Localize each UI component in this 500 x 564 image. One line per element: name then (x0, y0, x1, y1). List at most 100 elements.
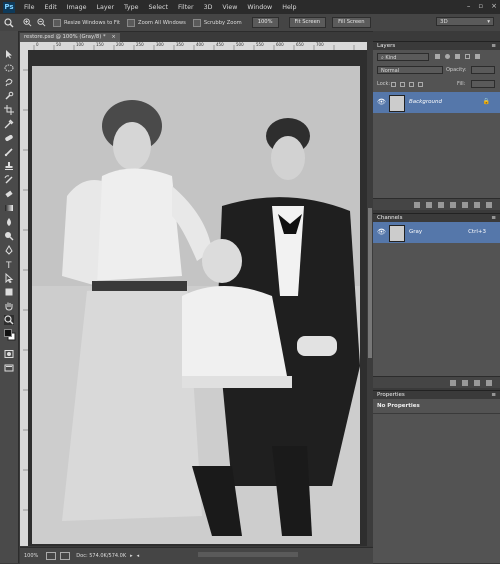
menu-help[interactable]: Help (282, 4, 296, 11)
properties-panel-header[interactable]: Properties ≡ (373, 390, 500, 399)
screen-mode-icon[interactable] (4, 363, 14, 373)
blur-tool-icon[interactable] (4, 217, 14, 227)
ruler-tick-label: 100 (76, 42, 84, 47)
healing-brush-tool-icon[interactable] (4, 133, 14, 143)
view-icon[interactable] (60, 552, 71, 560)
menu-3d[interactable]: 3D (204, 4, 213, 11)
close-tab-icon[interactable]: × (111, 34, 115, 40)
adjustment-filter-icon[interactable] (445, 54, 450, 59)
lock-pixels-icon[interactable] (400, 82, 405, 87)
ruler-tick-label: 500 (236, 42, 244, 47)
pen-tool-icon[interactable] (4, 245, 14, 255)
shape-filter-icon[interactable] (465, 54, 470, 59)
status-menu-arrow-icon[interactable]: ▸ (130, 553, 133, 559)
eraser-tool-icon[interactable] (4, 189, 14, 199)
opacity-field[interactable] (471, 66, 495, 74)
shape-tool-icon[interactable] (4, 287, 14, 297)
menu-image[interactable]: Image (67, 4, 87, 11)
scrubby-zoom-checkbox[interactable] (192, 18, 201, 27)
properties-panel: No Properties (373, 399, 500, 563)
menu-layer[interactable]: Layer (96, 4, 114, 11)
document-tab[interactable]: restore.psd @ 100% (Gray/8) * × (20, 33, 120, 42)
workspace-select[interactable]: 3D ▾ (436, 17, 494, 26)
color-swatches-icon[interactable] (4, 329, 16, 341)
link-layers-icon[interactable] (414, 201, 420, 208)
channel-name: Gray (409, 229, 423, 235)
fit-screen-button[interactable]: Fit Screen (288, 17, 327, 28)
load-selection-icon[interactable] (450, 379, 456, 386)
menu-select[interactable]: Select (149, 4, 168, 11)
menu-file[interactable]: File (24, 4, 35, 11)
add-mask-icon[interactable] (438, 201, 444, 208)
document-photo[interactable] (32, 66, 360, 544)
new-layer-icon[interactable] (474, 201, 480, 208)
zoom-100-button[interactable]: 100% (251, 17, 279, 28)
path-selection-tool-icon[interactable] (4, 272, 14, 284)
zoom-tool-icon[interactable] (4, 17, 14, 28)
fill-label: Fill: (457, 81, 466, 87)
hand-tool-icon[interactable] (4, 301, 14, 311)
brush-tool-icon[interactable] (4, 147, 14, 157)
move-tool-icon[interactable] (4, 49, 14, 59)
channels-panel: 👁 Gray Ctrl+3 (373, 222, 500, 376)
quick-mask-icon[interactable] (4, 349, 14, 359)
horizontal-scrollbar-thumb[interactable] (198, 552, 298, 557)
layer-kind-filter[interactable]: ⌕ Kind (377, 53, 429, 61)
type-tool-icon[interactable]: T (4, 259, 14, 271)
zoom-all-checkbox[interactable] (127, 18, 136, 27)
type-filter-icon[interactable] (455, 54, 460, 59)
channel-row-gray[interactable]: 👁 Gray Ctrl+3 (373, 222, 500, 243)
menu-view[interactable]: View (222, 4, 237, 11)
eye-icon[interactable]: 👁 (377, 98, 386, 106)
save-selection-icon[interactable] (462, 379, 468, 386)
zoom-level[interactable]: 100% (24, 553, 38, 559)
eye-icon[interactable]: 👁 (377, 228, 386, 236)
adjustment-layer-icon[interactable] (450, 201, 456, 208)
pixel-filter-icon[interactable] (435, 54, 440, 59)
scroll-left-icon[interactable]: ◂ (137, 553, 140, 559)
crop-tool-icon[interactable] (4, 105, 14, 115)
lock-all-icon[interactable] (418, 82, 423, 87)
new-channel-icon[interactable] (474, 379, 480, 386)
eyedropper-tool-icon[interactable] (4, 119, 14, 129)
resize-windows-checkbox[interactable] (53, 18, 61, 27)
export-icon[interactable] (46, 552, 57, 560)
blend-mode-select[interactable]: Normal (377, 66, 443, 74)
history-brush-tool-icon[interactable] (4, 175, 14, 185)
layer-kind-label: Kind (385, 55, 397, 61)
dodge-tool-icon[interactable] (4, 231, 14, 241)
menu-type[interactable]: Type (124, 4, 138, 11)
menu-window[interactable]: Window (247, 4, 272, 11)
vertical-scrollbar-thumb[interactable] (368, 208, 372, 358)
zoom-out-icon[interactable] (36, 18, 46, 28)
new-group-icon[interactable] (462, 201, 468, 208)
delete-layer-icon[interactable] (486, 201, 492, 208)
fill-screen-button[interactable]: Fill Screen (332, 17, 371, 28)
minimize-icon[interactable]: – (467, 2, 471, 10)
fill-field[interactable] (471, 80, 495, 88)
scrubby-zoom-label: Scrubby Zoom (203, 19, 242, 26)
menu-edit[interactable]: Edit (45, 4, 57, 11)
layer-style-icon[interactable] (426, 201, 432, 208)
clone-stamp-tool-icon[interactable] (4, 161, 14, 171)
zoom-in-icon[interactable] (22, 18, 32, 28)
gradient-tool-icon[interactable] (4, 203, 14, 213)
lock-icon: 🔒 (482, 98, 490, 105)
delete-channel-icon[interactable] (486, 379, 492, 386)
canvas-area[interactable] (28, 50, 367, 546)
layer-name[interactable]: Background (409, 99, 442, 105)
blend-mode-label: Normal (381, 68, 400, 74)
lock-position-icon[interactable] (409, 82, 414, 87)
layers-panel-header[interactable]: Layers ≡ (373, 41, 500, 50)
smart-filter-icon[interactable] (475, 54, 480, 59)
lock-transparent-icon[interactable] (391, 82, 396, 87)
zoom-tool-active-icon[interactable] (4, 315, 14, 325)
marquee-tool-icon[interactable] (4, 63, 14, 73)
lasso-tool-icon[interactable] (4, 77, 14, 87)
layer-row-background[interactable]: 👁 Background 🔒 (373, 92, 500, 113)
close-icon[interactable]: × (491, 2, 497, 10)
quick-selection-tool-icon[interactable] (4, 91, 14, 101)
restore-icon[interactable]: ▫ (478, 2, 483, 10)
menu-filter[interactable]: Filter (178, 4, 194, 11)
channels-panel-header[interactable]: Channels ≡ (373, 213, 500, 222)
